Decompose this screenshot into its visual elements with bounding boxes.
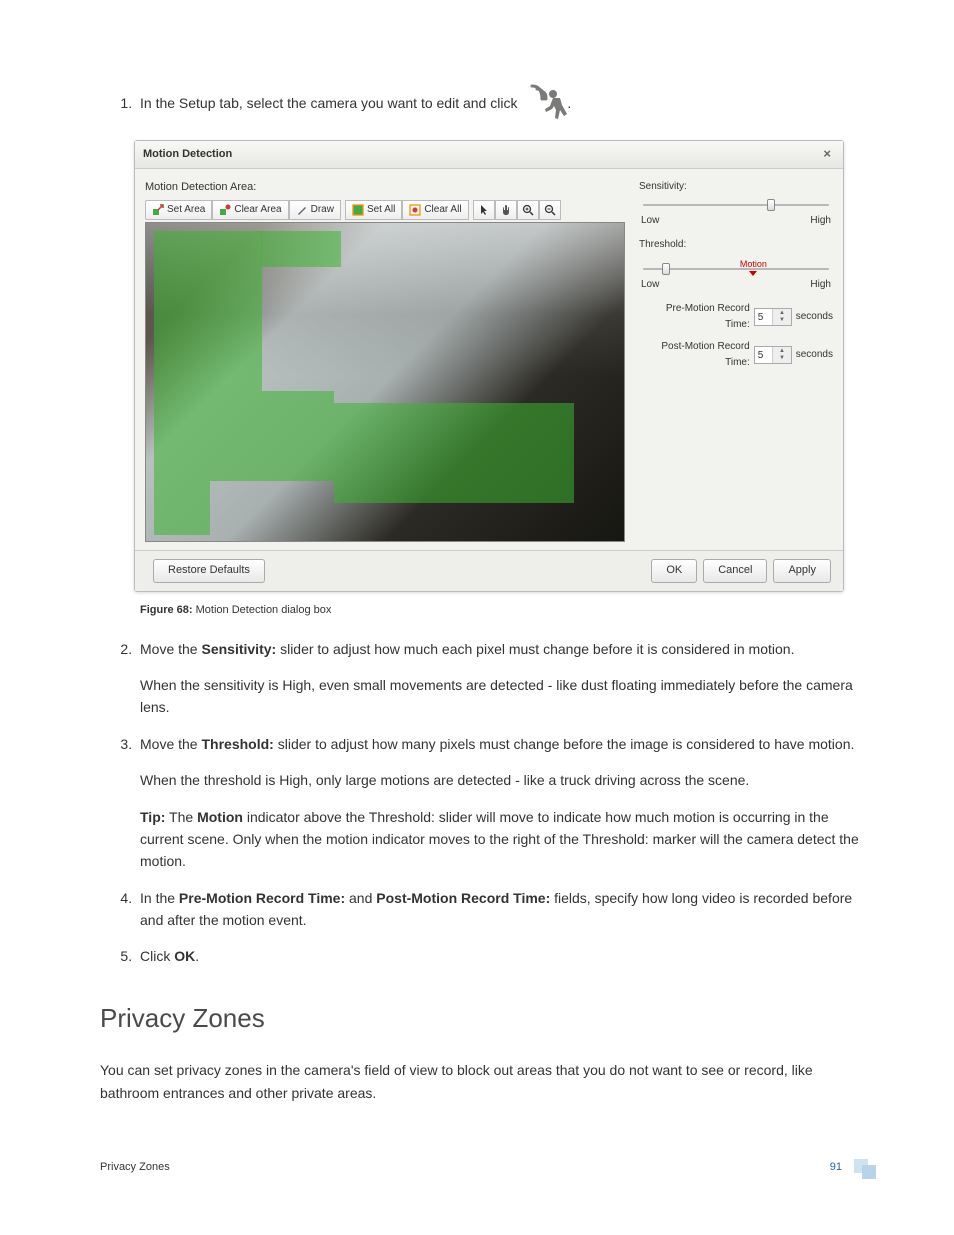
area-toolbar: Set Area Clear Area Draw	[145, 200, 631, 220]
step-1-text-a: In the Setup tab, select the camera you …	[140, 95, 521, 111]
set-area-button[interactable]: Set Area	[145, 200, 212, 220]
zoom-out-icon	[544, 204, 556, 216]
step-1: In the Setup tab, select the camera you …	[136, 80, 866, 620]
seconds-label: seconds	[796, 347, 833, 363]
spinner-buttons[interactable]: ▲▼	[772, 309, 791, 325]
motion-area-overlay	[154, 231, 262, 391]
low-label: Low	[641, 213, 659, 229]
threshold-label: Threshold:	[639, 237, 833, 253]
sensitivity-label: Sensitivity:	[639, 179, 833, 195]
zoom-in-icon	[522, 204, 534, 216]
apply-button[interactable]: Apply	[773, 559, 831, 583]
motion-area-overlay	[154, 391, 334, 481]
motion-area-overlay	[334, 403, 574, 503]
set-all-icon	[352, 204, 364, 216]
step-2: Move the Sensitivity: slider to adjust h…	[136, 638, 866, 719]
zoom-in-button[interactable]	[517, 200, 539, 220]
privacy-zones-body: You can set privacy zones in the camera'…	[100, 1059, 866, 1104]
dialog-title: Motion Detection	[143, 146, 232, 164]
pointer-tool-button[interactable]	[473, 200, 495, 220]
set-area-icon	[152, 204, 164, 216]
seconds-label: seconds	[796, 309, 833, 325]
step-1-text-b: .	[567, 95, 571, 111]
step-list: In the Setup tab, select the camera you …	[100, 80, 866, 968]
restore-defaults-button[interactable]: Restore Defaults	[153, 559, 265, 583]
step-5: Click OK.	[136, 945, 866, 967]
motion-detection-icon	[521, 80, 567, 126]
high-label: High	[810, 213, 831, 229]
draw-button[interactable]: Draw	[289, 200, 341, 220]
clear-area-icon	[219, 204, 231, 216]
pointer-icon	[478, 204, 490, 216]
motion-indicator: Motion	[740, 257, 767, 276]
dialog-titlebar: Motion Detection ×	[135, 141, 843, 169]
step-3: Move the Threshold: slider to adjust how…	[136, 733, 866, 873]
hand-icon	[500, 204, 512, 216]
post-motion-label: Post-Motion Record Time:	[639, 339, 750, 371]
pre-motion-input[interactable]: 5 ▲▼	[754, 308, 792, 326]
footer-section-label: Privacy Zones	[100, 1159, 170, 1177]
spinner-buttons[interactable]: ▲▼	[772, 347, 791, 363]
low-label: Low	[641, 277, 659, 293]
clear-area-button[interactable]: Clear Area	[212, 200, 288, 220]
zoom-out-button[interactable]	[539, 200, 561, 220]
cancel-button[interactable]: Cancel	[703, 559, 767, 583]
pencil-icon	[296, 204, 308, 216]
motion-area-overlay	[261, 231, 341, 267]
close-icon[interactable]: ×	[819, 144, 835, 165]
post-motion-input[interactable]: 5 ▲▼	[754, 346, 792, 364]
camera-preview[interactable]	[145, 222, 625, 542]
page-number: 91	[830, 1159, 842, 1177]
area-label: Motion Detection Area:	[145, 179, 631, 197]
high-label: High	[810, 277, 831, 293]
sensitivity-slider[interactable]	[639, 197, 833, 213]
set-all-button[interactable]: Set All	[345, 200, 402, 220]
motion-detection-dialog: Motion Detection × Motion Detection Area…	[134, 140, 844, 592]
privacy-zones-heading: Privacy Zones	[100, 998, 866, 1040]
step-4: In the Pre-Motion Record Time: and Post-…	[136, 887, 866, 932]
figure-caption: Figure 68: Motion Detection dialog box	[140, 602, 866, 620]
pre-motion-label: Pre-Motion Record Time:	[639, 301, 750, 333]
ok-button[interactable]: OK	[651, 559, 697, 583]
hand-tool-button[interactable]	[495, 200, 517, 220]
motion-area-overlay	[154, 481, 210, 535]
clear-all-icon	[409, 204, 421, 216]
threshold-slider[interactable]: Motion	[639, 261, 833, 277]
clear-all-button[interactable]: Clear All	[402, 200, 468, 220]
page-footer: Privacy Zones 91	[100, 1159, 878, 1177]
footer-decoration-icon	[852, 1159, 878, 1177]
